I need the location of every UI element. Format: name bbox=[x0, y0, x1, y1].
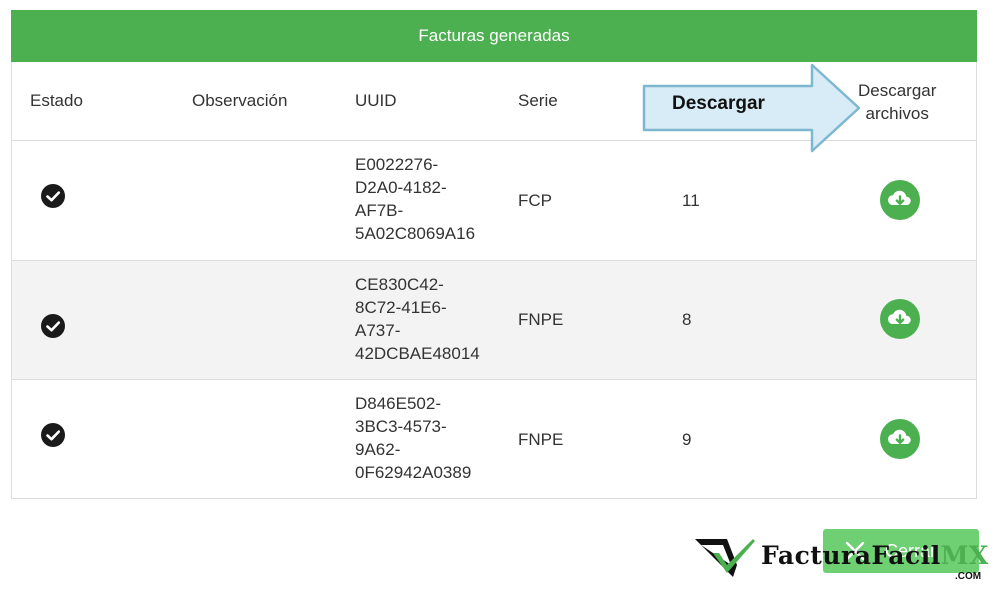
uuid-part: 8C72-41E6- bbox=[355, 298, 447, 317]
callout-label: Descargar bbox=[672, 93, 765, 114]
column-header-serie: Serie bbox=[518, 91, 558, 110]
table-row: CE830C42- 8C72-41E6- A737- 42DCBAE48014 … bbox=[12, 261, 976, 379]
column-header-observacion: Observación bbox=[192, 91, 288, 110]
column-header-descargar: Descargar archivos bbox=[858, 79, 936, 125]
panel-title: Facturas generadas bbox=[11, 10, 977, 62]
uuid-part: 5A02C8069A16 bbox=[355, 224, 476, 243]
brand-name-main: FacturaFacil bbox=[761, 541, 941, 570]
uuid-part: 0F62942A0389 bbox=[355, 463, 472, 482]
serie-value: FNPE bbox=[518, 430, 564, 449]
column-header-descargar-line1: Descargar bbox=[858, 81, 937, 100]
download-button[interactable] bbox=[880, 180, 920, 220]
column-header-descargar-line2: archivos bbox=[865, 104, 929, 123]
uuid-part: 3BC3-4573- bbox=[355, 417, 447, 436]
folio-value: 9 bbox=[682, 430, 692, 449]
download-button[interactable] bbox=[880, 419, 920, 459]
brand-logo: FacturaFacilMX .COM bbox=[693, 535, 993, 585]
serie-value: FNPE bbox=[518, 310, 564, 329]
brand-name: FacturaFacilMX bbox=[761, 541, 989, 570]
uuid-part: D846E502- bbox=[355, 394, 442, 413]
uuid-part: D2A0-4182- bbox=[355, 178, 447, 197]
row-divider bbox=[12, 379, 976, 380]
cloud-download-icon bbox=[887, 190, 911, 205]
uuid-part: AF7B- bbox=[355, 201, 404, 220]
check-circle-icon bbox=[41, 314, 65, 338]
cloud-download-icon bbox=[887, 429, 911, 444]
brand-name-suffix: MX bbox=[940, 541, 989, 570]
brand-domain: .COM bbox=[955, 571, 982, 582]
uuid-part: E0022276- bbox=[355, 155, 439, 174]
uuid-part: CE830C42- bbox=[355, 275, 444, 294]
folio-value: 11 bbox=[682, 191, 700, 210]
serie-value: FCP bbox=[518, 191, 552, 210]
uuid-value: D846E502- 3BC3-4573- 9A62- 0F62942A0389 bbox=[355, 392, 505, 484]
column-header-estado: Estado bbox=[30, 91, 83, 110]
uuid-part: A737- bbox=[355, 321, 401, 340]
uuid-value: CE830C42- 8C72-41E6- A737- 42DCBAE48014 bbox=[355, 273, 505, 365]
folio-value: 8 bbox=[682, 310, 692, 329]
cloud-download-icon bbox=[887, 309, 911, 324]
brand-logo-icon bbox=[695, 539, 755, 577]
uuid-value: E0022276- D2A0-4182- AF7B- 5A02C8069A16 bbox=[355, 153, 505, 245]
uuid-part: 9A62- bbox=[355, 440, 401, 459]
uuid-part: 42DCBAE48014 bbox=[355, 344, 480, 363]
check-circle-icon bbox=[41, 423, 65, 447]
download-button[interactable] bbox=[880, 299, 920, 339]
check-circle-icon bbox=[41, 184, 65, 208]
column-header-uuid: UUID bbox=[355, 91, 397, 110]
